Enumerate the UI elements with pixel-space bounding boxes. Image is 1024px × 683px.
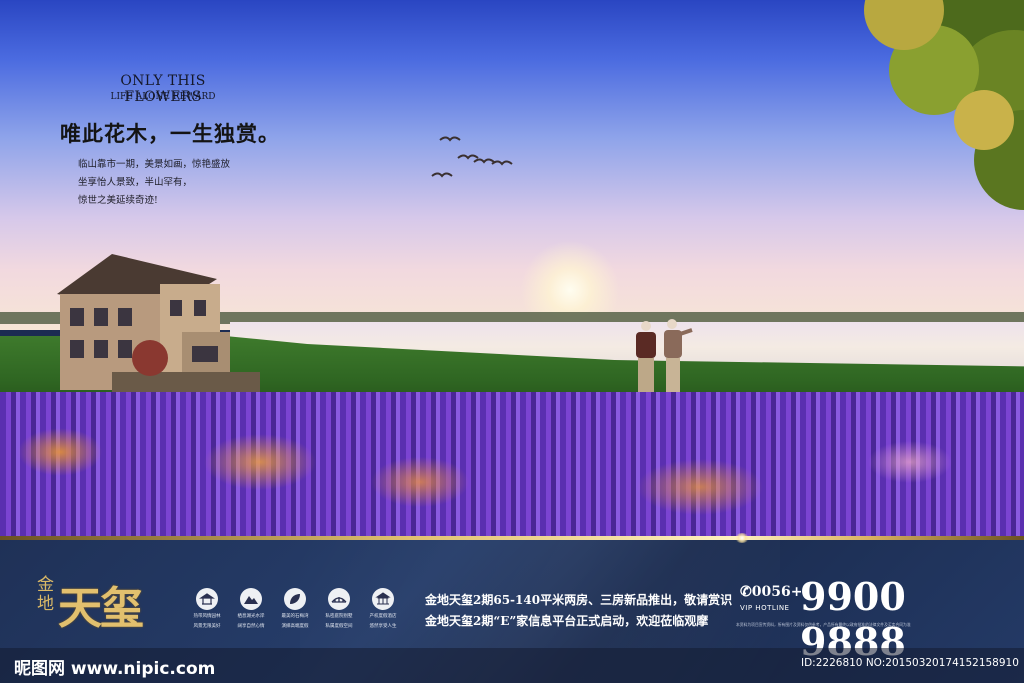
logo-brand-small: 金地 bbox=[37, 575, 54, 614]
sparkle-glow bbox=[735, 533, 749, 543]
flying-birds-image bbox=[431, 136, 513, 178]
feature-caption: 热带风情园林 bbox=[193, 614, 221, 619]
description-line: 坐享怡人景致，半山罕有， bbox=[78, 177, 193, 188]
poster: ONLY THIS FLOWERS LIFE ALONE REWARD 唯此花木… bbox=[0, 0, 1024, 683]
feature-item: 产权度假酒店 悠然享受人生 bbox=[364, 588, 402, 636]
villa-house-image bbox=[57, 254, 260, 392]
feature-caption: 私属度假空间 bbox=[325, 624, 353, 629]
feature-caption: 悠然享受人生 bbox=[369, 624, 397, 629]
feature-caption: 产权度假酒店 bbox=[369, 614, 397, 619]
temple-icon bbox=[372, 588, 394, 610]
promo-line: 金地天玺2期65-140平米两房、三房新品推出，敬请赏识 bbox=[425, 593, 733, 607]
logo-brand-big: 天玺 bbox=[58, 583, 144, 634]
promo-line: 金地天玺2期“E”家信息平台正式启动，欢迎莅临观摩 bbox=[425, 614, 709, 628]
pavilion-icon bbox=[196, 588, 218, 610]
feature-caption: 风景无限美好 bbox=[193, 624, 221, 629]
feature-caption: 最美的石梅湾 bbox=[281, 614, 309, 619]
hotline-label: VIP HOTLINE bbox=[740, 604, 790, 612]
feature-item: 最美的石梅湾 演绎高端度假 bbox=[276, 588, 314, 636]
lupine-flower-field bbox=[0, 392, 1024, 540]
bridge-icon bbox=[328, 588, 350, 610]
description-line: 临山靠市一期，美景如画，惊艳盛放 bbox=[78, 159, 231, 170]
feature-icon-row: 热带风情园林 风景无限美好 栖息湖光水岸 阔享自然心情 最美的石梅湾 演绎高端度… bbox=[188, 588, 408, 636]
hotline-prefix: ✆0056+ bbox=[740, 584, 803, 600]
english-subtitle: LIFE ALONE REWARD bbox=[110, 92, 216, 102]
two-men-figures-image bbox=[636, 319, 693, 392]
tree-foliage-image bbox=[864, 0, 1024, 210]
feature-caption: 演绎高端度假 bbox=[281, 624, 309, 629]
feature-caption: 阔享自然心情 bbox=[237, 624, 265, 629]
feature-item: 私密庭院别墅 私属度假空间 bbox=[320, 588, 358, 636]
leaf-icon bbox=[284, 588, 306, 610]
description-text: 临山靠市一期，美景如画，惊艳盛放 坐享怡人景致，半山罕有， 惊世之美延续奇迹! bbox=[78, 156, 258, 210]
description-line: 惊世之美延续奇迹! bbox=[78, 195, 158, 206]
fine-print: 本资料为项目宣传资料，所有图片及资料仅供参考，产品所有最终以政府批准的法律文件及… bbox=[736, 622, 911, 627]
feature-item: 栖息湖光水岸 阔享自然心情 bbox=[232, 588, 270, 636]
feature-caption: 栖息湖光水岸 bbox=[237, 614, 265, 619]
watermark-site: 昵图网 www.nipic.com bbox=[14, 659, 216, 679]
watermark-image-id: ID:2226810 NO:20150320174152158910 bbox=[801, 657, 1019, 669]
chinese-headline: 唯此花木，一生独赏。 bbox=[60, 121, 280, 146]
mountain-icon bbox=[240, 588, 262, 610]
gold-divider bbox=[0, 536, 1024, 540]
feature-caption: 私密庭院别墅 bbox=[325, 614, 353, 619]
promo-text: 金地天玺2期65-140平米两房、三房新品推出，敬请赏识 金地天玺2期“E”家信… bbox=[425, 590, 732, 632]
feature-item: 热带风情园林 风景无限美好 bbox=[188, 588, 226, 636]
